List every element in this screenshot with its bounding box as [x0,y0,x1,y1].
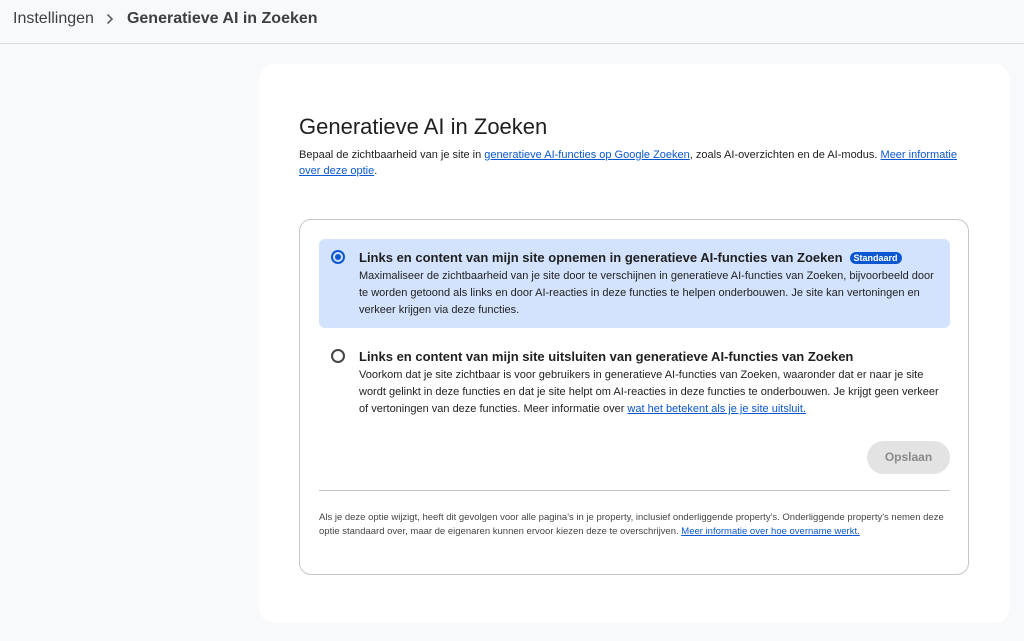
description-text-end: . [374,165,378,177]
divider [319,490,950,491]
description-text-middle: , zoals AI-overzichten en de AI-modus. [689,149,881,161]
option-exclude-title: Links en content van mijn site uitsluite… [359,348,853,365]
option-include[interactable]: Links en content van mijn site opnemen i… [319,239,950,328]
option-include-title: Links en content van mijn site opnemen i… [359,249,902,266]
chevron-right-icon [106,13,114,25]
exclude-meaning-link[interactable]: wat het betekent als je je site uitsluit… [627,403,806,415]
option-exclude-title-text: Links en content van mijn site uitsluite… [359,349,854,364]
generative-ai-features-link[interactable]: generatieve AI-functies op Google Zoeken [484,149,689,161]
save-button[interactable]: Opslaan [867,441,950,474]
radio-include[interactable] [331,250,345,264]
top-bar: Instellingen Generatieve AI in Zoeken [0,0,1024,44]
default-badge: Standaard [849,251,902,264]
option-exclude-description: Voorkom dat je site zichtbaar is voor ge… [359,367,944,418]
settings-card: Generatieve AI in Zoeken Bepaal de zicht… [259,64,1010,623]
option-include-title-text: Links en content van mijn site opnemen i… [359,250,843,265]
options-panel: Links en content van mijn site opnemen i… [299,219,969,575]
breadcrumb-settings-link[interactable]: Instellingen [13,9,94,29]
breadcrumb: Instellingen Generatieve AI in Zoeken [13,9,318,29]
inheritance-info-link[interactable]: Meer informatie over hoe overname werkt. [681,526,859,537]
page-description: Bepaal de zichtbaarheid van je site in g… [299,147,959,179]
option-exclude[interactable]: Links en content van mijn site uitsluite… [319,338,950,424]
option-include-description: Maximaliseer de zichtbaarheid van je sit… [359,270,934,316]
breadcrumb-current: Generatieve AI in Zoeken [126,10,318,27]
description-text: Bepaal de zichtbaarheid van je site in [299,149,485,161]
page-title: Generatieve AI in Zoeken [299,114,548,139]
inheritance-footnote: Als je deze optie wijzigt, heeft dit gev… [319,511,950,539]
radio-exclude[interactable] [331,349,345,363]
